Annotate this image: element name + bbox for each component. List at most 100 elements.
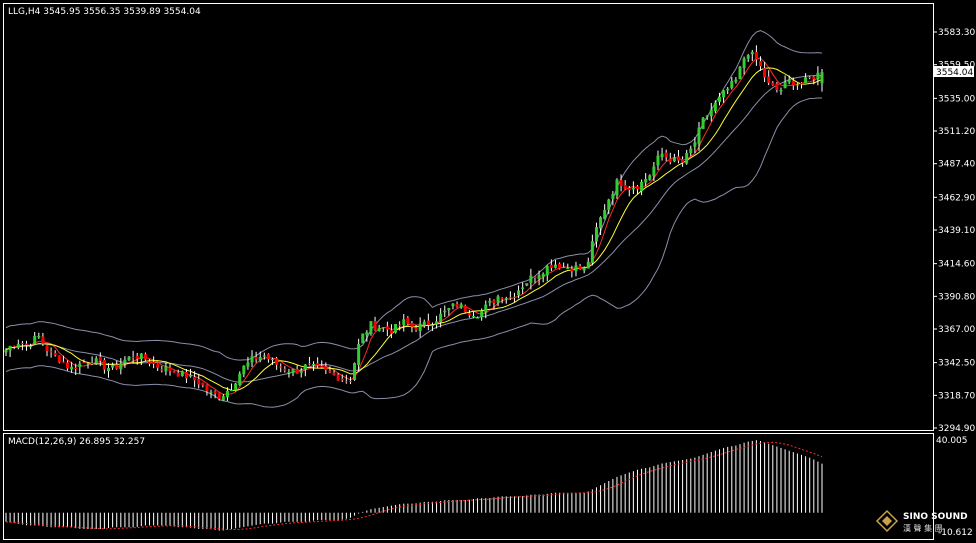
- candle-body: [689, 148, 693, 154]
- candle-body: [697, 127, 701, 145]
- candle-body: [549, 264, 553, 268]
- candle-body: [336, 374, 340, 381]
- candle-body: [197, 378, 201, 385]
- candle-body: [779, 89, 783, 92]
- candle-body: [12, 345, 16, 347]
- price-tick-label: 3318.70: [938, 391, 975, 401]
- candle-body: [53, 353, 57, 356]
- candle-body: [205, 384, 209, 392]
- candle-body: [361, 333, 365, 344]
- candle-body: [262, 355, 266, 357]
- candle-body: [258, 356, 262, 361]
- candle-body: [86, 363, 90, 365]
- candle-body: [623, 184, 627, 189]
- candle-body: [357, 343, 361, 366]
- candle-body: [353, 363, 357, 380]
- candle-body: [722, 90, 726, 98]
- candle-body: [332, 372, 336, 375]
- candle-body: [529, 275, 533, 283]
- candle-body: [406, 317, 410, 324]
- candle-body: [82, 362, 86, 364]
- candle-body: [78, 363, 82, 368]
- candle-body: [33, 335, 37, 345]
- candle-body: [295, 369, 299, 374]
- candle-body: [586, 261, 590, 269]
- candle-body: [266, 354, 270, 360]
- candle-body: [111, 364, 115, 368]
- candle-body: [705, 115, 709, 117]
- candle-body: [439, 313, 443, 323]
- candle-body: [713, 102, 717, 112]
- candle-body: [402, 319, 406, 325]
- candle-body: [553, 264, 557, 268]
- candle-body: [25, 343, 29, 346]
- candle-body: [594, 227, 598, 242]
- candle-body: [685, 152, 689, 164]
- candle-body: [763, 68, 767, 78]
- candle-body: [562, 267, 566, 269]
- candle-body: [652, 166, 656, 177]
- candle-body: [484, 304, 488, 313]
- candle-body: [369, 321, 373, 335]
- candle-body: [430, 324, 434, 327]
- candle-body: [795, 84, 799, 86]
- candle-body: [656, 155, 660, 166]
- price-tick-label: 3535.00: [938, 94, 975, 104]
- candle-body: [398, 324, 402, 326]
- candle-body: [74, 367, 78, 369]
- candle-body: [603, 209, 607, 219]
- current-price-label: 3554.04: [936, 68, 973, 78]
- macd-tick-label: -10.612: [938, 528, 973, 538]
- candle-body: [422, 321, 426, 326]
- candle-body: [717, 96, 721, 103]
- candle-body: [619, 179, 623, 187]
- candle-body: [607, 199, 611, 211]
- candle-body: [500, 298, 504, 300]
- candle-body: [320, 365, 324, 368]
- candle-body: [373, 320, 377, 330]
- candle-body: [94, 358, 98, 364]
- candle-body: [414, 327, 418, 331]
- candle-body: [533, 276, 537, 278]
- candle-body: [303, 364, 307, 370]
- candle-body: [578, 265, 582, 269]
- candle-body: [16, 344, 20, 348]
- candle-body: [767, 76, 771, 83]
- candle-body: [812, 76, 816, 80]
- candle-body: [463, 305, 467, 313]
- price-tick-label: 3390.80: [938, 292, 975, 302]
- candle-body: [225, 390, 229, 398]
- candle-body: [291, 368, 295, 373]
- candle-body: [426, 320, 430, 325]
- candle-body: [90, 363, 94, 365]
- candle-body: [783, 82, 787, 89]
- candle-body: [271, 359, 275, 361]
- candle-body: [49, 351, 53, 353]
- candle-body: [246, 362, 250, 367]
- candle-body: [119, 363, 123, 370]
- candle-body: [389, 330, 393, 334]
- candle-body: [574, 265, 578, 272]
- trading-chart[interactable]: 3583.303559.503535.003511.203487.403462.…: [0, 0, 976, 543]
- candle-body: [758, 61, 762, 67]
- price-tick-label: 3487.40: [938, 160, 975, 170]
- candle-body: [804, 77, 808, 83]
- candle-body: [328, 370, 332, 373]
- candle-body: [344, 381, 348, 383]
- candle-body: [664, 152, 668, 158]
- candle-body: [279, 366, 283, 368]
- candle-body: [451, 303, 455, 307]
- candle-body: [537, 275, 541, 279]
- candle-body: [701, 117, 705, 129]
- candle-body: [521, 287, 525, 289]
- candle-body: [102, 359, 106, 370]
- candle-body: [340, 378, 344, 381]
- logo-subtitle: 漢 聲 集 團: [903, 523, 943, 533]
- candle-body: [316, 363, 320, 366]
- candle-body: [45, 345, 49, 352]
- price-tick-label: 3583.30: [938, 28, 975, 38]
- candle-body: [541, 273, 545, 277]
- candle-body: [545, 266, 549, 276]
- candle-body: [709, 109, 713, 117]
- candle-body: [558, 263, 562, 269]
